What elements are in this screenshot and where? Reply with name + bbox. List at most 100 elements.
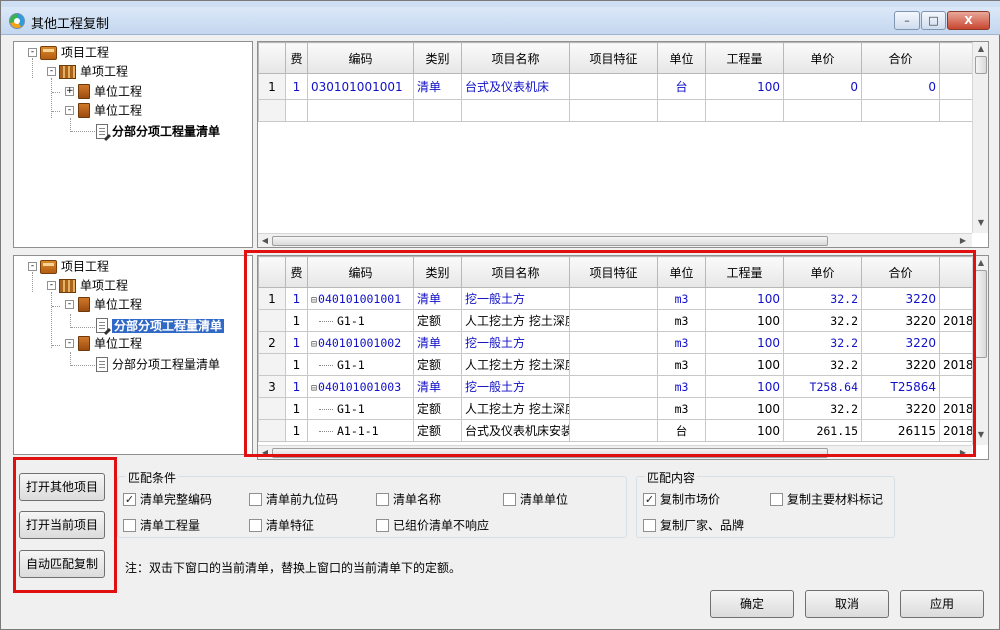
- checkbox-label: 复制厂家、品牌: [660, 518, 745, 533]
- tree-node-project[interactable]: 项目工程: [40, 257, 109, 275]
- tree-node-unit[interactable]: 单位工程: [78, 295, 142, 313]
- match-content-checkbox[interactable]: 复制厂家、品牌: [643, 517, 744, 533]
- document-icon: [96, 357, 108, 372]
- match-content-checkbox[interactable]: ✓ 复制市场价: [643, 491, 720, 507]
- tree-node-label: 分部分项工程量清单: [112, 318, 225, 333]
- checkbox-box[interactable]: [376, 519, 389, 532]
- close-button[interactable]: X: [947, 11, 990, 30]
- apply-button[interactable]: 应用: [900, 590, 984, 618]
- column-header[interactable]: 项目名称: [461, 42, 570, 74]
- bottom-project-tree[interactable]: - 项目工程 - 单项工程 - 单位工程 分部分项工程量清单 - 单位工程 分部…: [13, 255, 253, 455]
- unit-cell[interactable]: 台: [657, 73, 706, 100]
- collapse-icon[interactable]: -: [47, 281, 56, 290]
- match-condition-checkbox[interactable]: 清单特征: [249, 517, 314, 533]
- cancel-button[interactable]: 取消: [805, 590, 889, 618]
- match-content-checkbox[interactable]: 复制主要材料标记: [770, 491, 883, 507]
- checkbox-label: 复制主要材料标记: [787, 492, 884, 507]
- tree-node-label: 分部分项工程量清单: [112, 357, 221, 372]
- collapse-icon[interactable]: -: [65, 339, 74, 348]
- column-header[interactable]: 项目特征: [569, 42, 658, 74]
- checkbox-box[interactable]: [770, 493, 783, 506]
- tree-node-unit[interactable]: 单位工程: [78, 82, 142, 100]
- scrollbar-thumb[interactable]: [272, 236, 828, 246]
- feature-cell[interactable]: [569, 73, 658, 100]
- title-bar[interactable]: 其他工程复制 – □ X: [1, 7, 1000, 35]
- table-row[interactable]: 1 1 030101001001 清单 台式及仪表机床 台 100 0 0: [258, 73, 988, 100]
- checkmark-icon[interactable]: ✓: [123, 493, 136, 506]
- open-other-project-button[interactable]: 打开其他项目: [19, 473, 105, 501]
- total-cell[interactable]: 0: [861, 73, 940, 100]
- horizontal-scrollbar[interactable]: ◀ ▶: [258, 233, 972, 247]
- top-bill-grid[interactable]: 费 编码 类别 项目名称 项目特征 单位 工程量 单价 合价 1 1 03010…: [257, 41, 989, 248]
- window-title: 其他工程复制: [31, 17, 110, 32]
- collapse-icon[interactable]: -: [28, 262, 37, 271]
- tree-node-unit[interactable]: 单位工程: [78, 101, 142, 119]
- tree-node-label: 单项工程: [80, 64, 129, 79]
- auto-match-copy-button[interactable]: 自动匹配复制: [19, 550, 105, 578]
- minimize-button[interactable]: –: [894, 11, 920, 30]
- column-header[interactable]: 费: [285, 42, 308, 74]
- book-icon: [78, 84, 90, 99]
- checkmark-icon[interactable]: ✓: [643, 493, 656, 506]
- collapse-icon[interactable]: -: [65, 106, 74, 115]
- tree-node-subproject[interactable]: 单项工程: [59, 62, 128, 80]
- match-condition-checkbox[interactable]: 清单工程量: [123, 517, 200, 533]
- checkbox-box[interactable]: [643, 519, 656, 532]
- highlight-box-grid: [244, 250, 976, 457]
- tree-node-bill[interactable]: 分部分项工程量清单: [96, 122, 220, 140]
- column-header[interactable]: 单位: [657, 42, 706, 74]
- match-condition-checkbox[interactable]: 清单前九位码: [249, 491, 338, 507]
- tree-node-label: 单位工程: [94, 336, 143, 351]
- collapse-icon[interactable]: -: [28, 48, 37, 57]
- expand-icon[interactable]: +: [65, 87, 74, 96]
- collapse-icon[interactable]: -: [65, 300, 74, 309]
- tree-node-bill-selected[interactable]: 分部分项工程量清单: [96, 316, 225, 334]
- checkbox-box[interactable]: [123, 519, 136, 532]
- code-cell[interactable]: 030101001001: [307, 73, 414, 100]
- vertical-scrollbar[interactable]: ▲ ▼: [972, 42, 988, 233]
- restore-button[interactable]: □: [921, 11, 946, 30]
- tree-node-label: 单位工程: [94, 297, 143, 312]
- match-condition-checkbox[interactable]: 清单单位: [503, 491, 568, 507]
- ok-button[interactable]: 确定: [710, 590, 794, 618]
- checkbox-label: 复制市场价: [660, 492, 721, 507]
- checkbox-box[interactable]: [376, 493, 389, 506]
- column-header[interactable]: 工程量: [705, 42, 784, 74]
- column-header: [258, 42, 286, 74]
- book-icon: [78, 297, 90, 312]
- table-row[interactable]: [258, 99, 988, 122]
- price-cell[interactable]: 0: [783, 73, 862, 100]
- tree-node-unit[interactable]: 单位工程: [78, 334, 142, 352]
- top-grid-table: 费 编码 类别 项目名称 项目特征 单位 工程量 单价 合价 1 1 03010…: [258, 42, 988, 122]
- match-condition-checkbox[interactable]: ✓ 清单完整编码: [123, 491, 212, 507]
- type-cell[interactable]: 清单: [413, 73, 462, 100]
- column-header[interactable]: 编码: [307, 42, 414, 74]
- tree-node-project[interactable]: 项目工程: [40, 43, 109, 61]
- fee-cell[interactable]: 1: [285, 73, 308, 100]
- checkbox-box[interactable]: [249, 493, 262, 506]
- match-condition-checkbox[interactable]: 清单名称: [376, 491, 441, 507]
- tree-node-bill[interactable]: 分部分项工程量清单: [96, 355, 220, 373]
- column-header[interactable]: 单价: [783, 42, 862, 74]
- checkbox-label: 清单前九位码: [266, 492, 339, 507]
- checkbox-box[interactable]: [249, 519, 262, 532]
- tree-node-subproject[interactable]: 单项工程: [59, 276, 128, 294]
- scroll-up-icon[interactable]: ▲: [973, 44, 988, 53]
- building-icon: [59, 64, 76, 79]
- scrollbar-thumb[interactable]: [975, 270, 987, 358]
- scroll-right-icon[interactable]: ▶: [958, 235, 968, 247]
- column-header[interactable]: 类别: [413, 42, 462, 74]
- scrollbar-thumb[interactable]: [975, 56, 987, 74]
- column-header[interactable]: 合价: [861, 42, 940, 74]
- match-condition-checkbox[interactable]: 已组价清单不响应: [376, 517, 489, 533]
- collapse-icon[interactable]: -: [47, 67, 56, 76]
- scroll-down-icon[interactable]: ▼: [973, 218, 988, 227]
- checkbox-label: 清单名称: [393, 492, 442, 507]
- top-project-tree[interactable]: - 项目工程 - 单项工程 + 单位工程 - 单位工程 分部分项工程量清单: [13, 41, 253, 248]
- open-current-project-button[interactable]: 打开当前项目: [19, 511, 105, 539]
- name-cell[interactable]: 台式及仪表机床: [461, 73, 570, 100]
- match-conditions-title: 匹配条件: [126, 469, 179, 486]
- checkbox-box[interactable]: [503, 493, 516, 506]
- quantity-cell[interactable]: 100: [705, 73, 784, 100]
- scroll-left-icon[interactable]: ◀: [260, 235, 270, 247]
